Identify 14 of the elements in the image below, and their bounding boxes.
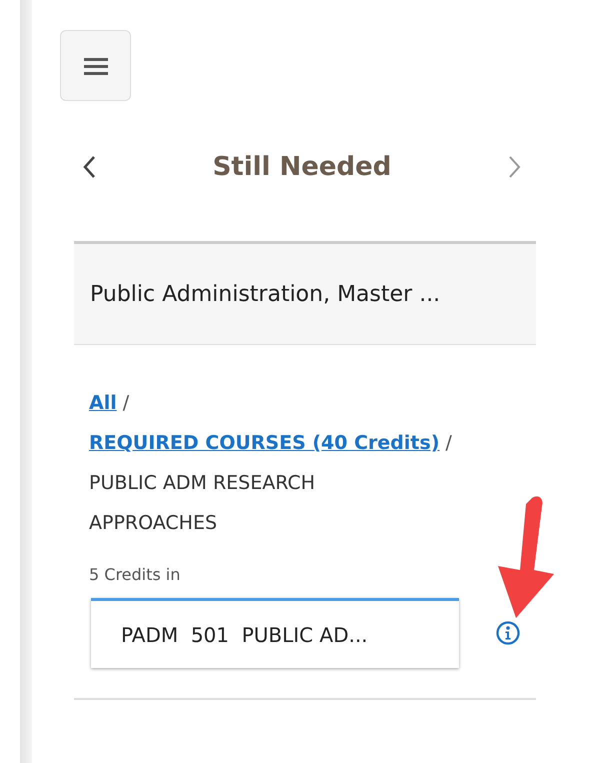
page-title: Still Needed	[212, 152, 392, 182]
next-icon[interactable]	[508, 155, 522, 179]
breadcrumb-current: PUBLIC ADM RESEARCH APPROACHES	[89, 471, 316, 536]
course-button[interactable]: PADM 501 PUBLIC AD...	[91, 598, 459, 668]
breadcrumb-separator: /	[446, 431, 452, 456]
requirement-label: 5 Credits in	[89, 565, 182, 584]
breadcrumb-link[interactable]: All	[89, 383, 117, 423]
info-icon[interactable]	[495, 620, 521, 646]
menu-icon	[84, 56, 108, 76]
breadcrumb-separator: /	[122, 391, 130, 416]
breadcrumb-link[interactable]: REQUIRED COURSES (40 Credits)	[89, 423, 440, 463]
menu-button[interactable]	[60, 30, 131, 101]
previous-icon[interactable]	[82, 155, 96, 179]
block-title: Public Administration, Master ...	[90, 282, 440, 306]
